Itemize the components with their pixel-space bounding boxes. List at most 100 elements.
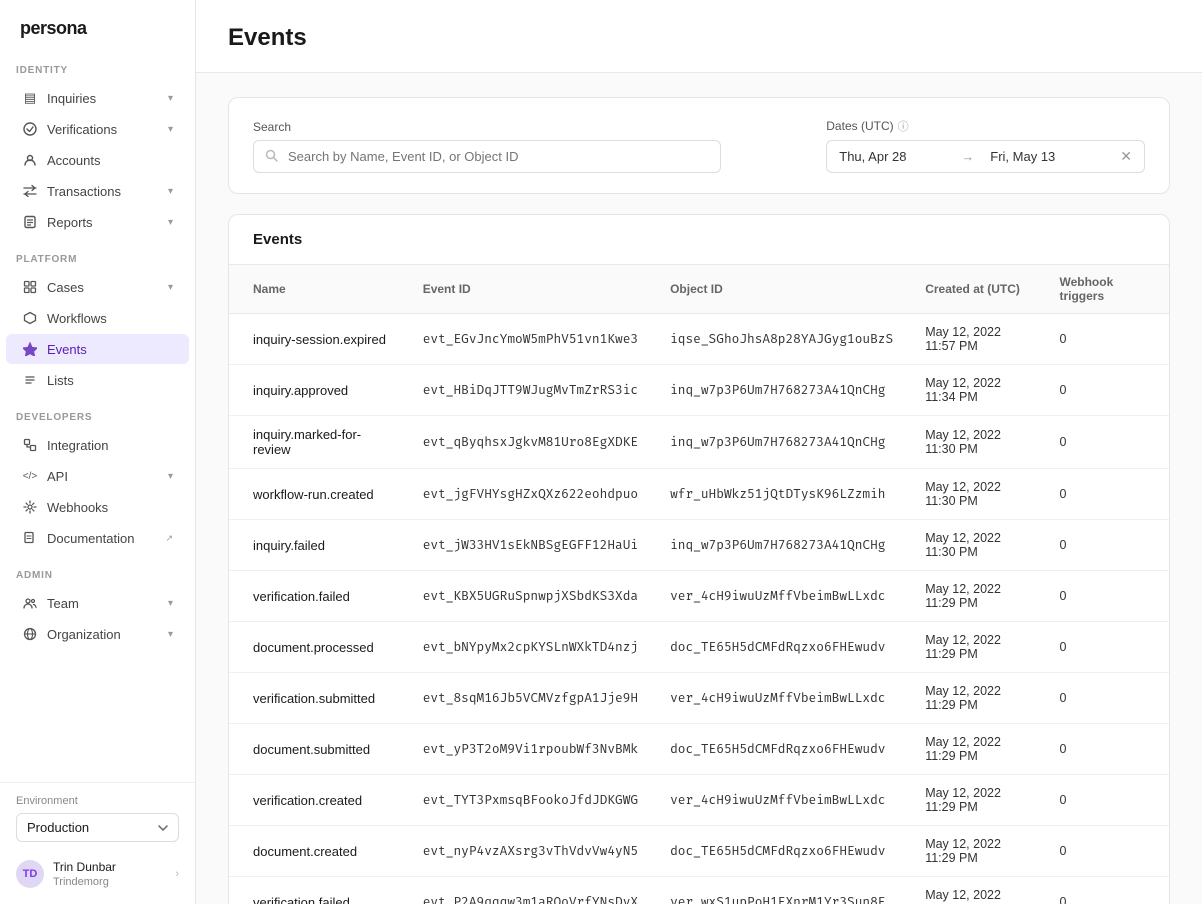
user-sub: Trindemorg: [53, 876, 116, 888]
section-label-developers: DEVELOPERS: [0, 412, 195, 429]
date-to-input[interactable]: [978, 141, 1108, 172]
sidebar-item-reports[interactable]: Reports ▾: [6, 207, 189, 237]
sidebar-item-label: Cases: [47, 280, 84, 295]
sidebar-item-label: Reports: [47, 215, 93, 230]
sidebar-item-documentation[interactable]: Documentation ↗: [6, 523, 189, 553]
cell-created-at: May 12, 2022 11:29 PM: [909, 724, 1043, 775]
date-from-input[interactable]: [827, 141, 957, 172]
filter-bar: Search Dates (UTC) ⓘ: [228, 97, 1170, 194]
table-row[interactable]: document.processed evt_bNYpyMx2cpKYSLnWX…: [229, 622, 1169, 673]
sidebar-item-lists[interactable]: Lists: [6, 365, 189, 395]
cell-name: document.created: [229, 826, 407, 877]
table-row[interactable]: document.created evt_nyP4vzAXsrg3vThVdvV…: [229, 826, 1169, 877]
cell-object-id: ver_wxS1upPoH1EXnrM1Yr3Sun8E: [654, 877, 909, 904]
page-header: Events: [196, 0, 1202, 73]
sidebar-item-webhooks[interactable]: Webhooks: [6, 492, 189, 522]
sidebar-item-label: API: [47, 469, 68, 484]
main-content: Events Search Da: [196, 0, 1202, 904]
table-row[interactable]: verification.failed evt_P2A9qqqw3m1aRQoV…: [229, 877, 1169, 904]
table-body: inquiry-session.expired evt_EGvJncYmoW5m…: [229, 314, 1169, 904]
sidebar-item-events[interactable]: Events: [6, 334, 189, 364]
table-row[interactable]: verification.failed evt_KBX5UGRuSpnwpjXS…: [229, 571, 1169, 622]
environment-select[interactable]: Production Sandbox: [16, 813, 179, 842]
table-row[interactable]: workflow-run.created evt_jgFVHYsgHZxQXz6…: [229, 469, 1169, 520]
events-section: Events Name Event ID Object ID Created a…: [228, 214, 1170, 904]
search-input[interactable]: [253, 140, 721, 173]
sidebar-item-team[interactable]: Team ▾: [6, 588, 189, 618]
documentation-icon: [22, 530, 38, 546]
cell-created-at: May 12, 2022 11:30 PM: [909, 416, 1043, 469]
sidebar-item-label: Inquiries: [47, 91, 96, 106]
col-created-at: Created at (UTC): [909, 265, 1043, 314]
date-range-wrap: → ✕: [826, 140, 1145, 173]
sidebar-item-verifications[interactable]: Verifications ▾: [6, 114, 189, 144]
chevron-down-icon: ▾: [168, 629, 173, 640]
cell-created-at: May 12, 2022 11:29 PM: [909, 673, 1043, 724]
external-link-icon: ↗: [165, 533, 173, 544]
sidebar-item-cases[interactable]: Cases ▾: [6, 272, 189, 302]
chevron-right-icon[interactable]: ›: [175, 868, 179, 880]
cell-name: verification.failed: [229, 571, 407, 622]
cell-created-at: May 12, 2022 11:29 PM: [909, 877, 1043, 904]
chevron-down-icon: ▾: [168, 93, 173, 104]
search-icon: [265, 149, 278, 165]
section-label-identity: IDENTITY: [0, 65, 195, 82]
sidebar-item-inquiries[interactable]: ▤ Inquiries ▾: [6, 83, 189, 113]
table-row[interactable]: inquiry-session.expired evt_EGvJncYmoW5m…: [229, 314, 1169, 365]
cell-event-id: evt_TYT3PxmsqBFookoJfdJDKGWG: [407, 775, 654, 826]
cell-webhooks: 0: [1043, 877, 1169, 904]
cell-webhooks: 0: [1043, 416, 1169, 469]
sidebar-item-label: Documentation: [47, 531, 134, 546]
cell-event-id: evt_HBiDqJTT9WJugMvTmZrRS3ic: [407, 365, 654, 416]
cell-created-at: May 12, 2022 11:34 PM: [909, 365, 1043, 416]
table-row[interactable]: document.submitted evt_yP3T2oM9Vi1rpoubW…: [229, 724, 1169, 775]
cell-event-id: evt_jgFVHYsgHZxQXz622eohdpuo: [407, 469, 654, 520]
sidebar-item-workflows[interactable]: Workflows: [6, 303, 189, 333]
reports-icon: [22, 214, 38, 230]
cell-name: document.processed: [229, 622, 407, 673]
sidebar-item-integration[interactable]: Integration: [6, 430, 189, 460]
cell-webhooks: 0: [1043, 520, 1169, 571]
cell-object-id: wfr_uHbWkz51jQtDTysK96LZzmih: [654, 469, 909, 520]
webhooks-icon: [22, 499, 38, 515]
cell-webhooks: 0: [1043, 724, 1169, 775]
cell-object-id: ver_4cH9iwuUzMffVbeimBwLLxdc: [654, 571, 909, 622]
cell-created-at: May 12, 2022 11:57 PM: [909, 314, 1043, 365]
table-row[interactable]: inquiry.marked-for-review evt_qByqhsxJgk…: [229, 416, 1169, 469]
table-header: Name Event ID Object ID Created at (UTC)…: [229, 265, 1169, 314]
user-name: Trin Dunbar: [53, 860, 116, 876]
date-clear-button[interactable]: ✕: [1108, 148, 1144, 165]
inquiries-icon: ▤: [22, 90, 38, 106]
sidebar-item-accounts[interactable]: Accounts: [6, 145, 189, 175]
sidebar-item-organization[interactable]: Organization ▾: [6, 619, 189, 649]
cell-name: inquiry.marked-for-review: [229, 416, 407, 469]
cell-name: inquiry.failed: [229, 520, 407, 571]
cell-created-at: May 12, 2022 11:29 PM: [909, 622, 1043, 673]
cell-event-id: evt_nyP4vzAXsrg3vThVdvVw4yN5: [407, 826, 654, 877]
organization-icon: [22, 626, 38, 642]
cell-name: verification.failed: [229, 877, 407, 904]
events-section-title: Events: [229, 215, 1169, 265]
col-object-id: Object ID: [654, 265, 909, 314]
sidebar-item-api[interactable]: </> API ▾: [6, 461, 189, 491]
api-icon: </>: [22, 468, 38, 484]
user-section: TD Trin Dunbar Trindemorg ›: [0, 850, 195, 904]
sidebar-item-label: Verifications: [47, 122, 117, 137]
sidebar-item-transactions[interactable]: Transactions ▾: [6, 176, 189, 206]
table-row[interactable]: inquiry.failed evt_jW33HV1sEkNBSgEGFF12H…: [229, 520, 1169, 571]
environment-label: Environment: [16, 795, 179, 807]
integration-icon: [22, 437, 38, 453]
cell-created-at: May 12, 2022 11:29 PM: [909, 775, 1043, 826]
team-icon: [22, 595, 38, 611]
chevron-down-icon: ▾: [168, 598, 173, 609]
cell-webhooks: 0: [1043, 571, 1169, 622]
cell-name: verification.submitted: [229, 673, 407, 724]
table-row[interactable]: inquiry.approved evt_HBiDqJTT9WJugMvTmZr…: [229, 365, 1169, 416]
chevron-down-icon: ▾: [168, 282, 173, 293]
sidebar-item-label: Accounts: [47, 153, 100, 168]
logo: persona: [0, 0, 195, 53]
table-row[interactable]: verification.created evt_TYT3PxmsqBFooko…: [229, 775, 1169, 826]
chevron-down-icon: ▾: [168, 124, 173, 135]
table-row[interactable]: verification.submitted evt_8sqM16Jb5VCMV…: [229, 673, 1169, 724]
sidebar-item-label: Events: [47, 342, 87, 357]
